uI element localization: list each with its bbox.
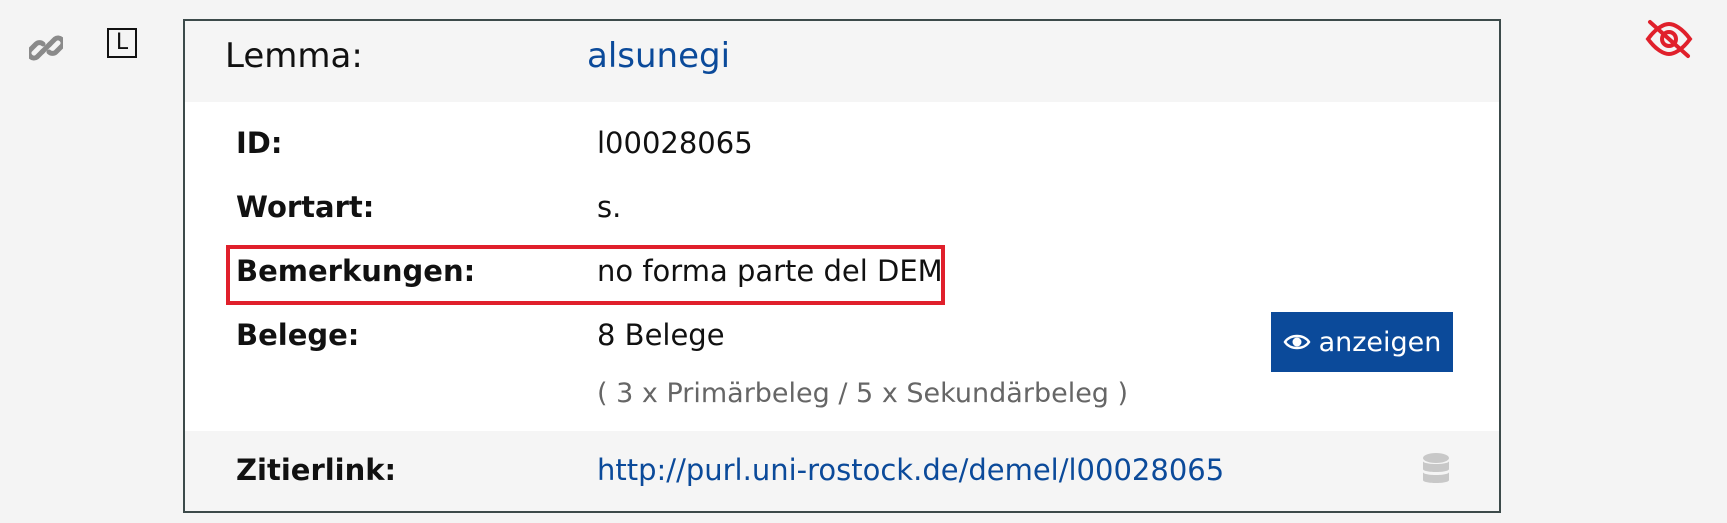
eye-off-icon[interactable] — [1644, 18, 1694, 60]
card-footer: Zitierlink: http://purl.uni-rostock.de/d… — [185, 431, 1499, 511]
bemerkungen-label: Bemerkungen: — [236, 254, 476, 288]
id-value: l00028065 — [597, 126, 753, 160]
lemma-view-icon[interactable]: L — [107, 28, 137, 58]
show-belege-button[interactable]: anzeigen — [1271, 312, 1453, 372]
citation-label: Zitierlink: — [236, 453, 397, 487]
wortart-label: Wortart: — [236, 190, 375, 224]
belege-label: Belege: — [236, 318, 360, 352]
lemma-view-icon-letter: L — [115, 30, 129, 55]
card-header: Lemma: alsunegi — [185, 21, 1499, 102]
belege-breakdown: ( 3 x Primärbeleg / 5 x Sekundärbeleg ) — [597, 378, 1129, 409]
belege-value: 8 Belege — [597, 318, 725, 352]
wortart-value: s. — [597, 190, 622, 224]
lemma-label: Lemma: — [225, 36, 363, 76]
eye-icon — [1283, 334, 1311, 350]
show-belege-label: anzeigen — [1318, 326, 1442, 358]
citation-link[interactable]: http://purl.uni-rostock.de/demel/l000280… — [597, 453, 1224, 487]
id-label: ID: — [236, 126, 283, 160]
database-icon[interactable] — [1421, 452, 1451, 488]
lemma-card: Lemma: alsunegi ID: l00028065 Wortart: s… — [183, 19, 1501, 513]
link-icon[interactable] — [28, 30, 64, 66]
bemerkungen-value: no forma parte del DEM — [597, 254, 943, 288]
lemma-value-link[interactable]: alsunegi — [587, 36, 730, 76]
